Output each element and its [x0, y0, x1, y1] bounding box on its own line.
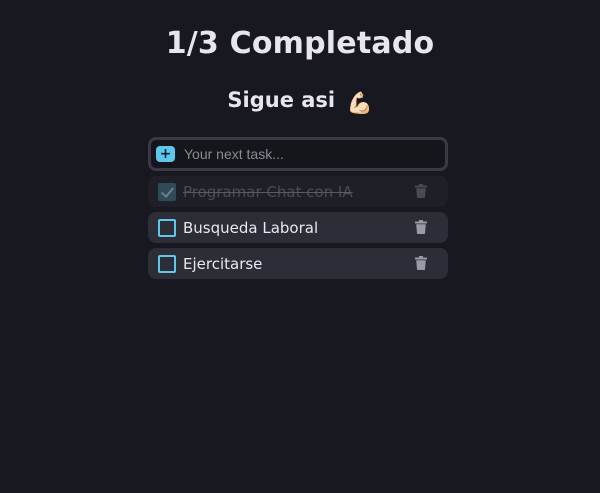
- task-item: Busqueda Laboral: [148, 212, 448, 243]
- task-checkbox-checked[interactable]: [158, 182, 176, 201]
- task-checkbox[interactable]: [158, 218, 176, 237]
- flexed-biceps-icon: 💪🏻: [346, 91, 373, 115]
- todo-app: 1/3 Completado Sigue asi 💪🏻 + Programar …: [0, 0, 600, 493]
- task-label: Busqueda Laboral: [183, 218, 319, 237]
- task-checkbox[interactable]: [158, 254, 176, 273]
- task-panel: + Programar Chat con IA Busqueda Laboral: [148, 137, 448, 279]
- trash-icon[interactable]: [415, 255, 429, 272]
- page-subtitle: Sigue asi 💪🏻: [0, 88, 600, 116]
- checkmark-icon: [160, 183, 175, 198]
- task-label: Programar Chat con IA: [183, 182, 353, 201]
- task-item: Programar Chat con IA: [148, 176, 448, 207]
- task-label: Ejercitarse: [183, 254, 263, 273]
- task-item: Ejercitarse: [148, 248, 448, 279]
- new-task-input[interactable]: [184, 144, 445, 164]
- trash-icon[interactable]: [415, 219, 429, 236]
- page-title: 1/3 Completado: [165, 26, 435, 61]
- subtitle-text: Sigue asi: [227, 88, 336, 112]
- trash-icon[interactable]: [415, 183, 429, 200]
- add-task-form: +: [148, 137, 448, 171]
- add-task-button[interactable]: +: [156, 146, 175, 162]
